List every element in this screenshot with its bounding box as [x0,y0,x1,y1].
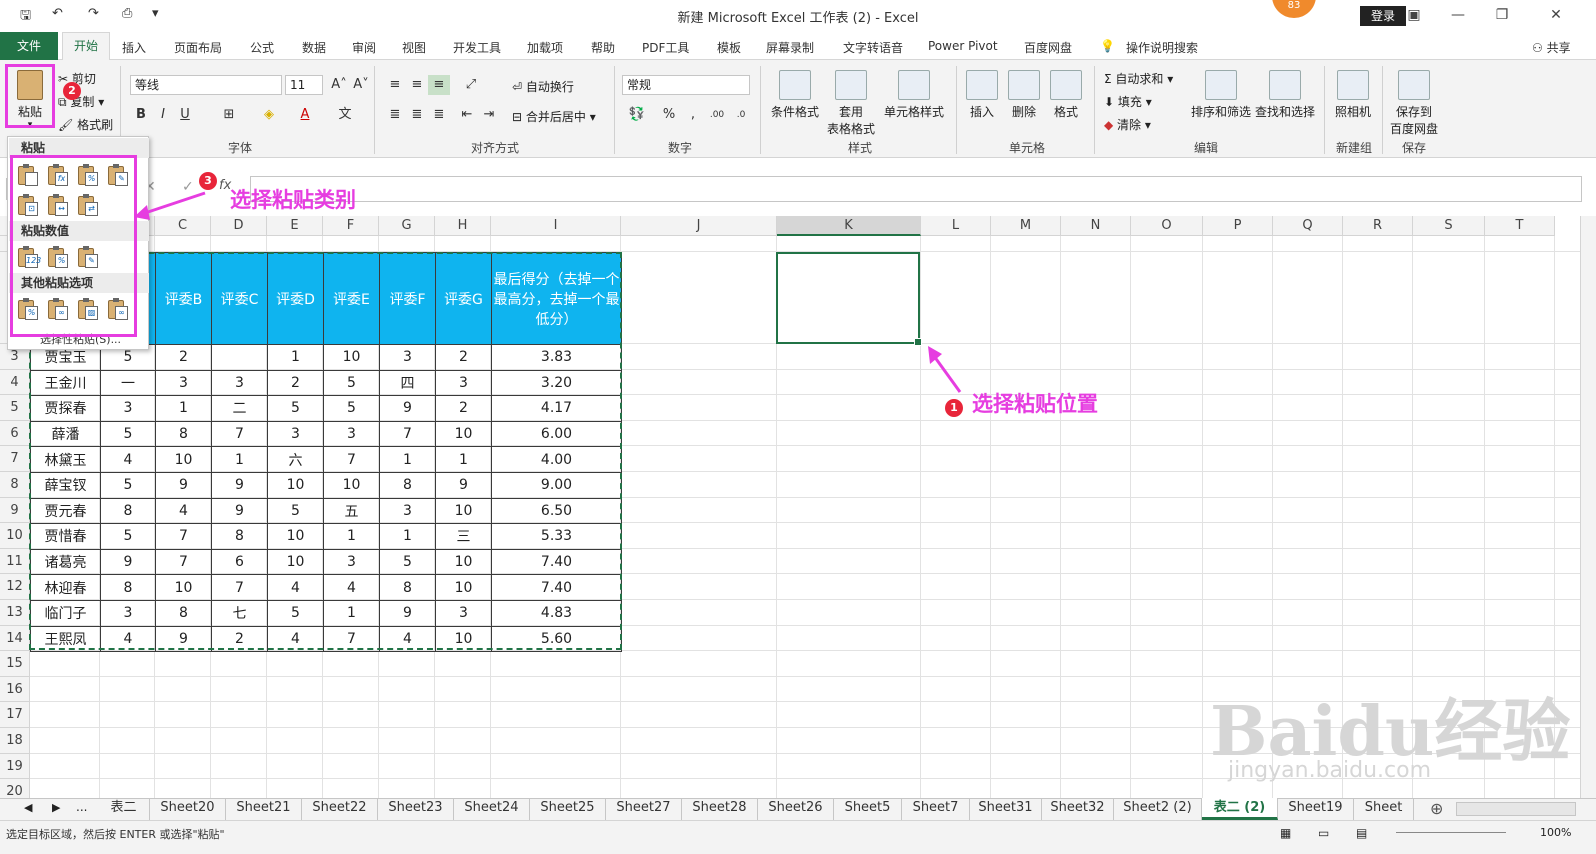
sheet-tab[interactable]: Sheet2 (2) [1114,798,1202,820]
watermark-url: jingyan.baidu.com [1228,758,1432,783]
normal-view-icon[interactable]: ▦ [1280,826,1291,840]
arrow-head-left [134,205,150,220]
arrow-to-target-cell [932,355,962,393]
sheet-tab[interactable]: Sheet19 [1278,798,1354,820]
sheet-tab[interactable]: Sheet5 [834,798,902,820]
sheet-tab[interactable]: Sheet20 [150,798,226,820]
scroll-left-icon[interactable]: ◀ [24,801,32,814]
sheet-tab[interactable]: Sheet25 [530,798,606,820]
sheet-tab[interactable]: Sheet21 [226,798,302,820]
page-break-view-icon[interactable]: ▤ [1356,826,1367,840]
sheet-tab[interactable]: Sheet32 [1042,798,1114,820]
arrow-to-paste-options [141,191,206,216]
zoom-slider[interactable] [1396,832,1506,833]
sheet-tab[interactable]: Sheet26 [758,798,834,820]
status-message: 选定目标区域，然后按 ENTER 或选择"粘贴" [6,828,225,841]
sheet-tab[interactable]: Sheet31 [970,798,1042,820]
sheet-tab[interactable]: Sheet28 [682,798,758,820]
page-layout-view-icon[interactable]: ▭ [1318,826,1329,840]
sheet-tab[interactable]: Sheet24 [454,798,530,820]
add-sheet-icon[interactable]: ⊕ [1430,799,1443,818]
more-sheets-icon[interactable]: ... [76,800,87,814]
sheet-tab[interactable]: Sheet [1354,798,1414,820]
sheet-tab[interactable]: Sheet27 [606,798,682,820]
sheet-tab[interactable]: Sheet7 [902,798,970,820]
sheet-tab[interactable]: Sheet23 [378,798,454,820]
sheet-tab[interactable]: Sheet22 [302,798,378,820]
arrow-head-up [928,346,942,364]
scroll-right-icon[interactable]: ▶ [52,801,60,814]
horizontal-scrollbar[interactable] [1456,802,1576,816]
zoom-level[interactable]: 100% [1540,826,1571,839]
sheet-tab[interactable]: 表二 [98,798,150,820]
sheet-tab[interactable]: 表二 (2) [1202,798,1278,820]
